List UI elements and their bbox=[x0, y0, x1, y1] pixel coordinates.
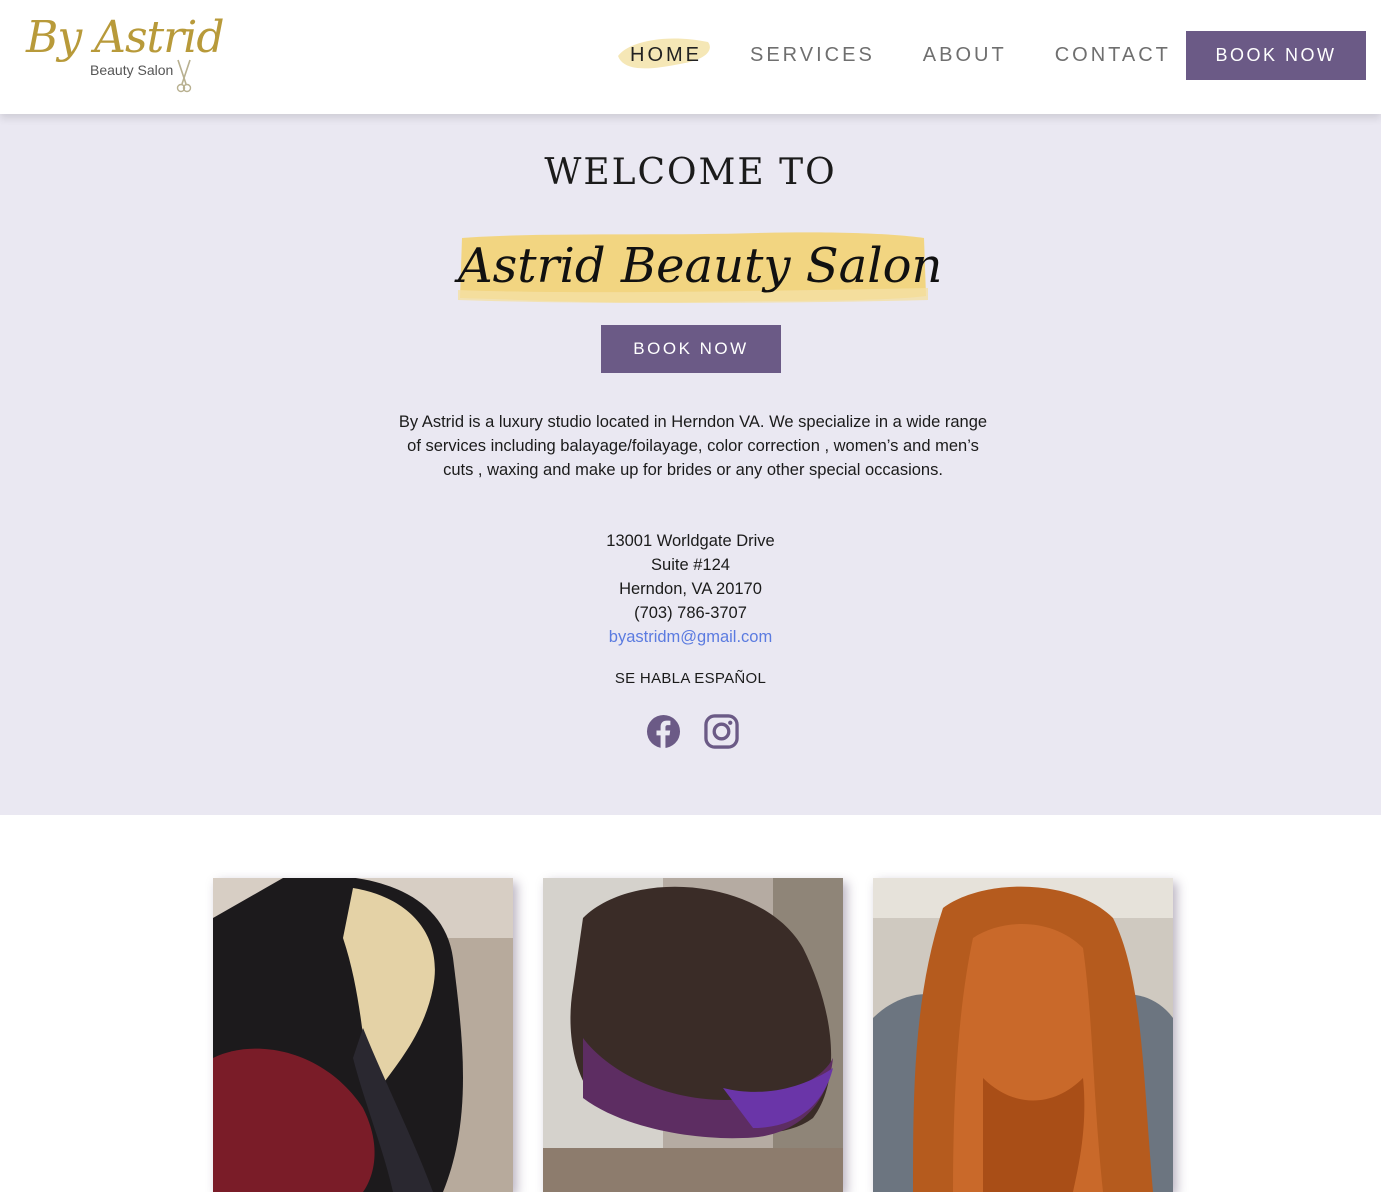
header-book-now-button[interactable]: BOOK NOW bbox=[1186, 31, 1366, 80]
purple-ombre-bob-photo bbox=[543, 878, 843, 1192]
salon-description: By Astrid is a luxury studio located in … bbox=[398, 413, 988, 479]
gallery-photo-3[interactable] bbox=[873, 878, 1173, 1192]
email-link[interactable]: byastridm@gmail.com bbox=[609, 628, 772, 646]
nav-contact[interactable]: CONTACT bbox=[1055, 44, 1171, 67]
contact-info: 13001 Worldgate Drive Suite #124 Herndon… bbox=[0, 529, 1381, 649]
nav-about[interactable]: ABOUT bbox=[923, 44, 1007, 67]
logo-subtitle: Beauty Salon bbox=[90, 62, 174, 78]
hero-section: WELCOME TO Astrid Beauty Salon BOOK NOW … bbox=[0, 114, 1381, 815]
nav-home[interactable]: HOME bbox=[618, 37, 710, 68]
language-note: SE HABLA ESPAÑOL bbox=[614, 670, 767, 687]
scissors-icon bbox=[176, 59, 192, 93]
copper-long-waves-photo bbox=[873, 878, 1173, 1192]
hero-book-now-button[interactable]: BOOK NOW bbox=[601, 325, 781, 373]
instagram-icon[interactable] bbox=[704, 714, 739, 749]
site-header: By Astrid Beauty Salon HOME SERVICES ABO… bbox=[0, 0, 1381, 114]
main-nav: HOME SERVICES ABOUT CONTACT bbox=[618, 31, 1219, 79]
logo[interactable]: By Astrid Beauty Salon bbox=[24, 12, 234, 96]
address-line-3: Herndon, VA 20170 bbox=[619, 580, 762, 598]
social-links bbox=[646, 714, 746, 750]
salon-name-block: Astrid Beauty Salon bbox=[458, 230, 943, 305]
black-and-blonde-balayage-photo bbox=[213, 878, 513, 1192]
address-line-1: 13001 Worldgate Drive bbox=[606, 532, 775, 550]
gallery-photo-2[interactable] bbox=[543, 878, 843, 1192]
gallery-photo-1[interactable] bbox=[213, 878, 513, 1192]
nav-services[interactable]: SERVICES bbox=[750, 44, 875, 67]
salon-name-title: Astrid Beauty Salon bbox=[458, 238, 943, 294]
nav-home-label: HOME bbox=[630, 43, 702, 66]
address-line-2: Suite #124 bbox=[651, 556, 730, 574]
logo-script-text: By Astrid bbox=[26, 12, 224, 63]
welcome-heading: WELCOME TO bbox=[544, 152, 837, 193]
phone-number[interactable]: (703) 786-3707 bbox=[0, 601, 1381, 625]
facebook-icon[interactable] bbox=[646, 714, 681, 749]
